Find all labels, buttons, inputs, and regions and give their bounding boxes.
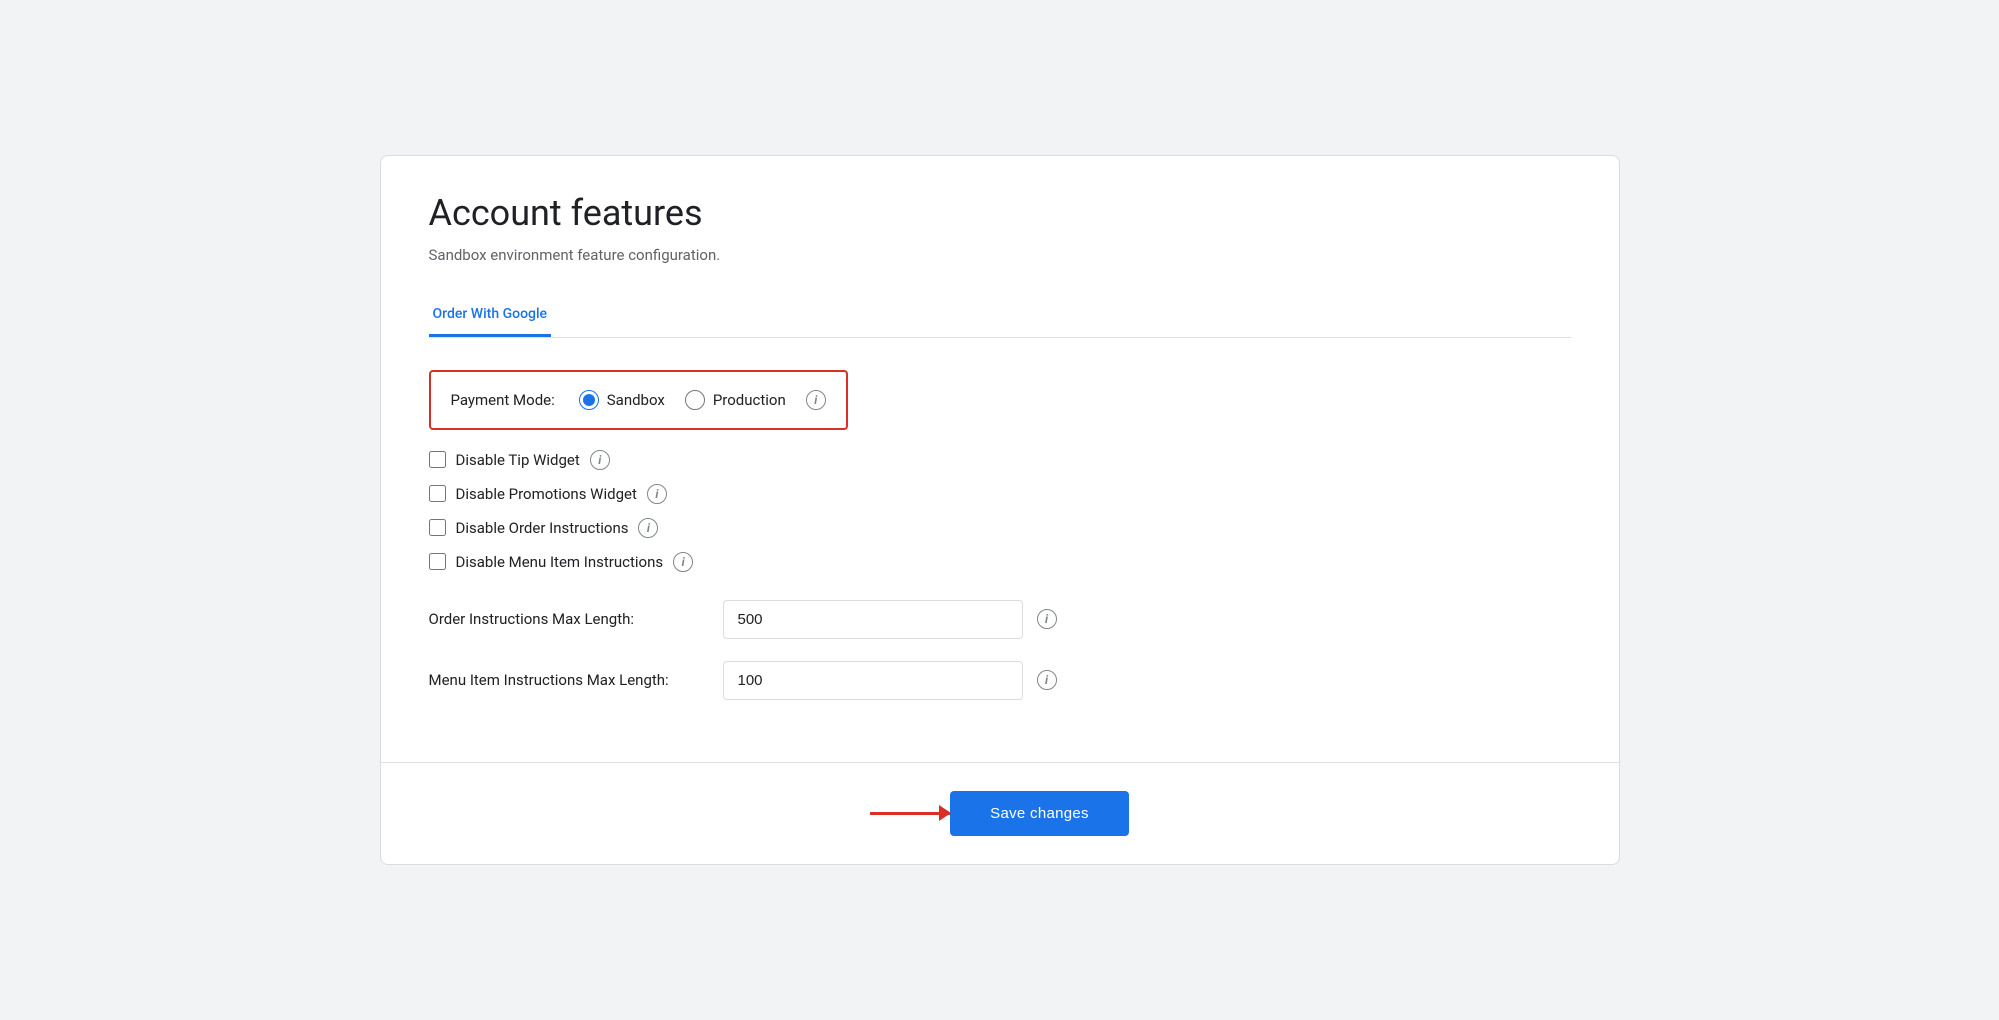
sandbox-radio-label: Sandbox <box>607 391 665 409</box>
disable-menu-instructions-label: Disable Menu Item Instructions <box>456 553 664 571</box>
menu-instructions-max-label: Menu Item Instructions Max Length: <box>429 671 709 689</box>
tabs-bar: Order With Google <box>429 296 1571 338</box>
disable-order-instructions-info-icon[interactable]: i <box>638 518 658 538</box>
menu-instructions-max-row: Menu Item Instructions Max Length: i <box>429 661 1571 700</box>
disable-promotions-checkbox[interactable] <box>429 485 446 502</box>
tab-order-with-google[interactable]: Order With Google <box>429 296 552 337</box>
order-instructions-max-info-icon[interactable]: i <box>1037 609 1057 629</box>
disable-promotions-row: Disable Promotions Widget i <box>429 484 1571 504</box>
disable-menu-instructions-checkbox[interactable] <box>429 553 446 570</box>
disable-tip-checkbox[interactable] <box>429 451 446 468</box>
order-instructions-max-row: Order Instructions Max Length: i <box>429 600 1571 639</box>
checkboxes-section: Disable Tip Widget i Disable Promotions … <box>429 450 1571 572</box>
production-radio-input[interactable] <box>685 390 705 410</box>
payment-mode-radio-group: Sandbox Production i <box>579 390 826 410</box>
page-subtitle: Sandbox environment feature configuratio… <box>429 246 1571 264</box>
card-footer: Save changes <box>381 762 1619 864</box>
page-title: Account features <box>429 192 1571 235</box>
account-features-card: Account features Sandbox environment fea… <box>380 155 1620 864</box>
disable-promotions-label: Disable Promotions Widget <box>456 485 637 503</box>
save-changes-button[interactable]: Save changes <box>950 791 1129 836</box>
sandbox-radio-input[interactable] <box>579 390 599 410</box>
production-radio-label: Production <box>713 391 786 409</box>
card-body: Account features Sandbox environment fea… <box>381 156 1619 761</box>
payment-mode-label: Payment Mode: <box>451 391 555 409</box>
disable-menu-instructions-row: Disable Menu Item Instructions i <box>429 552 1571 572</box>
arrow-container <box>870 812 950 815</box>
footer-content: Save changes <box>870 791 1129 836</box>
disable-order-instructions-row: Disable Order Instructions i <box>429 518 1571 538</box>
disable-order-instructions-checkbox[interactable] <box>429 519 446 536</box>
disable-tip-row: Disable Tip Widget i <box>429 450 1571 470</box>
menu-instructions-max-info-icon[interactable]: i <box>1037 670 1057 690</box>
order-instructions-max-label: Order Instructions Max Length: <box>429 610 709 628</box>
disable-menu-instructions-info-icon[interactable]: i <box>673 552 693 572</box>
arrow-decoration <box>870 812 950 815</box>
order-instructions-max-input[interactable] <box>723 600 1023 639</box>
payment-mode-box: Payment Mode: Sandbox Production i <box>429 370 848 430</box>
disable-tip-label: Disable Tip Widget <box>456 451 580 469</box>
disable-order-instructions-label: Disable Order Instructions <box>456 519 629 537</box>
disable-promotions-info-icon[interactable]: i <box>647 484 667 504</box>
sandbox-radio-option[interactable]: Sandbox <box>579 390 665 410</box>
disable-tip-info-icon[interactable]: i <box>590 450 610 470</box>
menu-instructions-max-input[interactable] <box>723 661 1023 700</box>
payment-mode-info-icon[interactable]: i <box>806 390 826 410</box>
production-radio-option[interactable]: Production <box>685 390 786 410</box>
